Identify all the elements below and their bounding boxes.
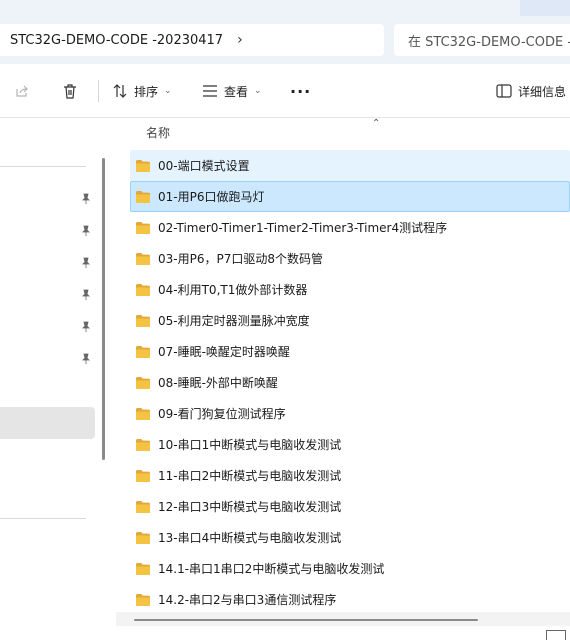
folder-name: 07-睡眠-唤醒定时器唤醒 (158, 345, 290, 359)
nav-divider (0, 166, 86, 167)
folder-row[interactable]: 08-睡眠-外部中断唤醒 (130, 367, 570, 398)
folder-name: 10-串口1中断模式与电脑收发测试 (158, 438, 342, 452)
folder-icon (136, 221, 150, 234)
folder-icon (136, 438, 150, 451)
sort-ascending-icon: ⌃ (372, 118, 381, 129)
sort-label: 排序 (134, 84, 159, 99)
navigation-pane[interactable] (0, 118, 110, 640)
folder-name: 14.2-串口2与串口3通信测试程序 (158, 593, 337, 607)
folder-icon (136, 252, 150, 265)
folder-row[interactable]: 09-看门狗复位测试程序 (130, 398, 570, 429)
horizontal-scrollbar-thumb[interactable] (134, 619, 478, 621)
folder-name: 09-看门狗复位测试程序 (158, 407, 286, 421)
folder-icon (136, 159, 150, 172)
title-bar-highlight (520, 0, 570, 16)
pin-icon (82, 353, 90, 364)
folder-row[interactable]: 11-串口2中断模式与电脑收发测试 (130, 460, 570, 491)
more-options-button[interactable]: ··· (290, 64, 311, 118)
folder-name: 00-端口模式设置 (158, 159, 250, 173)
pin-icon (82, 193, 90, 204)
folder-row[interactable]: 12-串口3中断模式与电脑收发测试 (130, 491, 570, 522)
view-list-icon (203, 85, 217, 97)
folder-name: 13-串口4中断模式与电脑收发测试 (158, 531, 342, 545)
view-label: 查看 (224, 84, 249, 99)
pin-icon (82, 321, 90, 332)
delete-button[interactable] (62, 64, 78, 118)
chevron-down-icon: ⌄ (164, 86, 172, 96)
folder-name: 11-串口2中断模式与电脑收发测试 (158, 469, 342, 483)
folder-row[interactable]: 07-睡眠-唤醒定时器唤醒 (130, 336, 570, 367)
breadcrumb[interactable]: STC32G-DEMO-CODE -20230417 › (0, 24, 384, 56)
nav-scrollbar[interactable] (102, 158, 105, 460)
column-header-name[interactable]: 名称 (146, 124, 170, 141)
folder-icon (136, 593, 150, 606)
details-label: 详细信息 (518, 84, 567, 99)
breadcrumb-chevron-icon[interactable]: › (237, 32, 243, 48)
search-input[interactable]: 在 STC32G-DEMO-CODE - (394, 24, 570, 56)
breadcrumb-folder[interactable]: STC32G-DEMO-CODE -20230417 (10, 33, 223, 48)
folder-name: 05-利用定时器测量脉冲宽度 (158, 314, 310, 328)
nav-divider (0, 518, 86, 519)
folder-icon (136, 531, 150, 544)
corner-button[interactable] (546, 630, 566, 640)
folder-icon (136, 500, 150, 513)
file-list[interactable]: 名称 ⌃ 00-端口模式设置 01-用P6口做跑马灯 02-Timer0-Timer… (116, 118, 570, 640)
folder-name: 04-利用T0,T1做外部计数器 (158, 283, 308, 297)
folder-name: 12-串口3中断模式与电脑收发测试 (158, 500, 342, 514)
folder-icon (136, 407, 150, 420)
folder-icon (136, 314, 150, 327)
folder-name: 03-用P6，P7口驱动8个数码管 (158, 252, 323, 266)
sort-button[interactable]: 排序 ⌄ (112, 64, 172, 118)
nav-item-selected[interactable] (0, 407, 95, 439)
pin-icon (82, 225, 90, 236)
folder-icon (136, 345, 150, 358)
folder-row[interactable]: 10-串口1中断模式与电脑收发测试 (130, 429, 570, 460)
folder-icon (136, 376, 150, 389)
folder-name: 01-用P6口做跑马灯 (158, 190, 265, 204)
folder-row[interactable]: 01-用P6口做跑马灯 (130, 181, 570, 212)
folder-row[interactable]: 00-端口模式设置 (130, 150, 570, 181)
command-bar: 排序 ⌄ 查看 ⌄ ··· 详细信息 (0, 64, 570, 118)
share-icon (16, 85, 28, 97)
folder-row[interactable]: 14.1-串口1串口2中断模式与电脑收发测试 (130, 553, 570, 584)
folder-row[interactable]: 05-利用定时器测量脉冲宽度 (130, 305, 570, 336)
details-pane-button[interactable]: 详细信息 (496, 64, 566, 118)
folder-row[interactable]: 04-利用T0,T1做外部计数器 (130, 274, 570, 305)
pin-icon (82, 289, 90, 300)
folder-icon (136, 190, 150, 203)
folder-row[interactable]: 02-Timer0-Timer1-Timer2-Timer3-Timer4测试程… (130, 212, 570, 243)
file-rows: 00-端口模式设置 01-用P6口做跑马灯 02-Timer0-Timer1-Tim… (130, 150, 570, 615)
folder-name: 08-睡眠-外部中断唤醒 (158, 376, 278, 390)
address-bar-row: STC32G-DEMO-CODE -20230417 › 在 STC32G-DE… (0, 0, 570, 64)
toolbar-divider (98, 80, 99, 102)
share-button[interactable] (14, 64, 30, 118)
chevron-down-icon: ⌄ (254, 86, 262, 96)
folder-icon (136, 562, 150, 575)
details-pane-icon (496, 84, 512, 98)
folder-row[interactable]: 13-串口4中断模式与电脑收发测试 (130, 522, 570, 553)
folder-name: 02-Timer0-Timer1-Timer2-Timer3-Timer4测试程… (158, 221, 448, 235)
pin-icon (82, 257, 90, 268)
folder-row[interactable]: 14.2-串口2与串口3通信测试程序 (130, 584, 570, 615)
folder-row[interactable]: 03-用P6，P7口驱动8个数码管 (130, 243, 570, 274)
folder-icon (136, 283, 150, 296)
sort-icon (113, 84, 127, 98)
folder-name: 14.1-串口1串口2中断模式与电脑收发测试 (158, 562, 385, 576)
trash-icon (64, 83, 76, 99)
view-button[interactable]: 查看 ⌄ (202, 64, 262, 118)
folder-icon (136, 469, 150, 482)
